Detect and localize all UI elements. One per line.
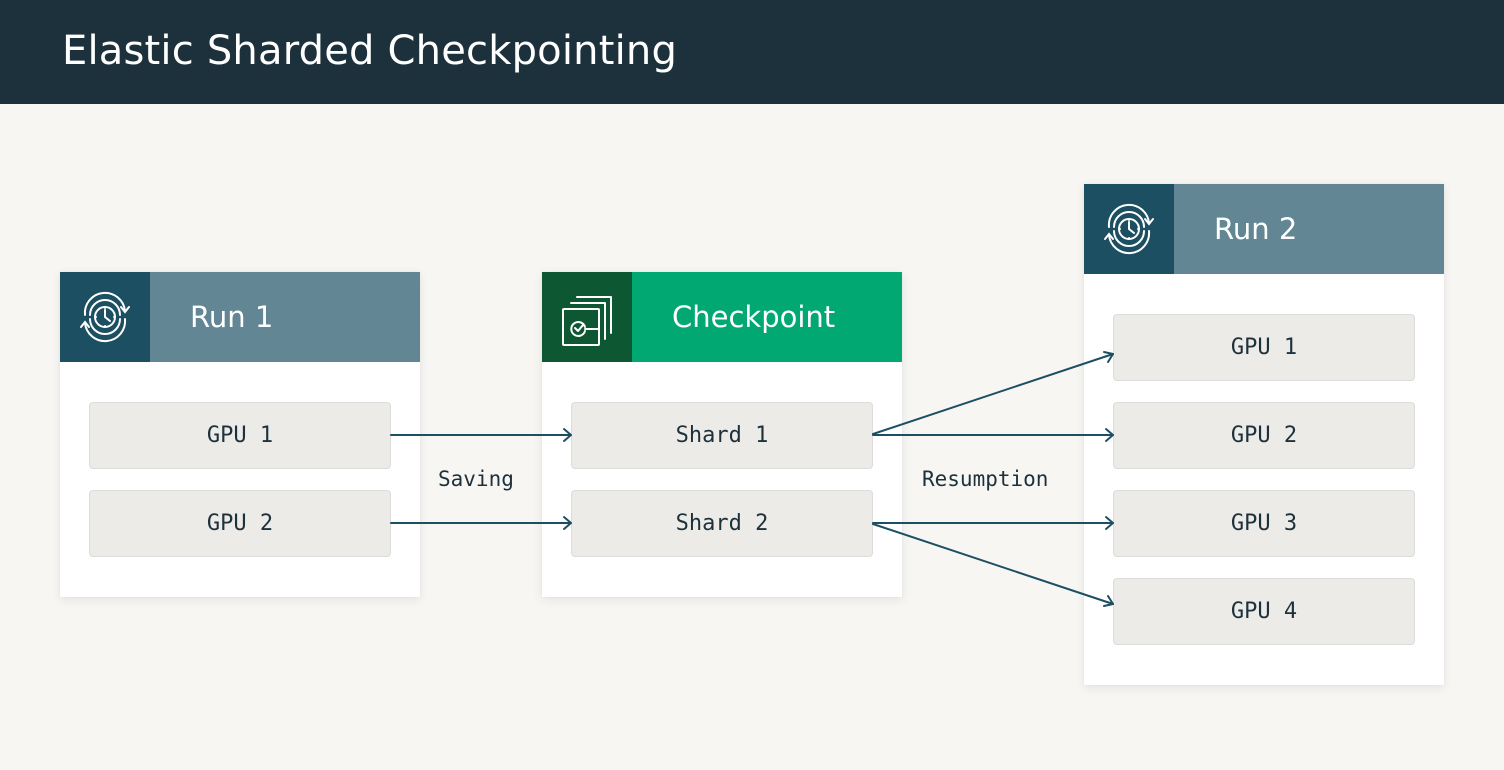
- run-2-gpu-3[interactable]: GPU 3: [1113, 490, 1415, 557]
- run-2-icon-box: [1084, 184, 1174, 274]
- run-2-header: Run 2: [1084, 184, 1444, 274]
- resume-arrow-shard2-gpu3: [872, 516, 1114, 530]
- resume-arrow-shard2-gpu4: [872, 523, 1114, 607]
- checkpoint-card: Checkpoint Shard 1 Shard 2: [542, 272, 902, 597]
- shard-list: Shard 1 Shard 2: [542, 362, 902, 597]
- run-1-gpu-2[interactable]: GPU 2: [89, 490, 391, 557]
- run-1-title-box: Run 1: [150, 272, 420, 362]
- checkpoint-icon-box: [542, 272, 632, 362]
- run-2-gpu-1[interactable]: GPU 1: [1113, 314, 1415, 381]
- checkpoint-header: Checkpoint: [542, 272, 902, 362]
- page-title: Elastic Sharded Checkpointing: [62, 28, 678, 74]
- run-2-gpu-2[interactable]: GPU 2: [1113, 402, 1415, 469]
- saving-label: Saving: [438, 467, 514, 491]
- header-bar: Elastic Sharded Checkpointing: [0, 0, 1504, 104]
- run-1-icon-box: [60, 272, 150, 362]
- clock-cycle-icon: [80, 291, 130, 343]
- run-1-card: Run 1 GPU 1 GPU 2: [60, 272, 420, 597]
- run-2-title: Run 2: [1214, 212, 1298, 246]
- run-1-header: Run 1: [60, 272, 420, 362]
- resume-arrow-shard1-gpu1: [872, 351, 1114, 435]
- resumption-label: Resumption: [922, 467, 1049, 491]
- run-2-gpu-4[interactable]: GPU 4: [1113, 578, 1415, 645]
- run-2-gpu-list: GPU 1 GPU 2 GPU 3 GPU 4: [1084, 274, 1444, 685]
- run-2-card: Run 2 GPU 1 GPU 2 GPU 3 GPU 4: [1084, 184, 1444, 685]
- run-2-title-box: Run 2: [1174, 184, 1444, 274]
- clock-cycle-icon: [1104, 203, 1154, 255]
- run-1-gpu-list: GPU 1 GPU 2: [60, 362, 420, 597]
- checkpoint-title-box: Checkpoint: [632, 272, 902, 362]
- stacked-checkpoint-icon: [562, 296, 612, 346]
- resume-arrow-shard1-gpu2: [872, 428, 1114, 442]
- shard-2[interactable]: Shard 2: [571, 490, 873, 557]
- checkpoint-title: Checkpoint: [672, 300, 836, 334]
- shard-1[interactable]: Shard 1: [571, 402, 873, 469]
- run-1-gpu-1[interactable]: GPU 1: [89, 402, 391, 469]
- run-1-title: Run 1: [190, 300, 274, 334]
